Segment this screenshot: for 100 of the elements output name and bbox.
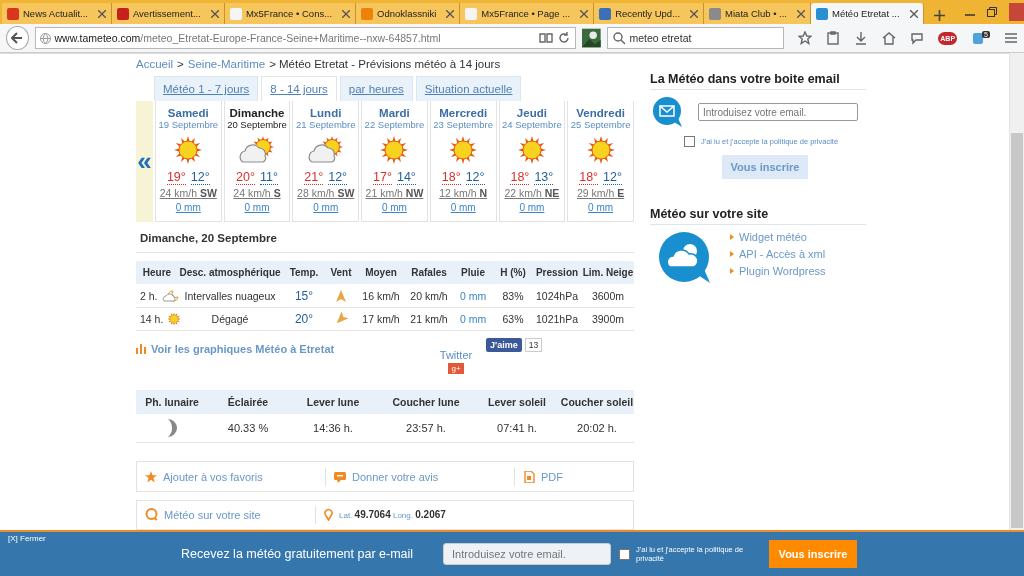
day-card[interactable]: Dimanche 20 Septembre 20° 11° 24 km/h S 0 mm — [223, 101, 291, 222]
restore-icon[interactable] — [986, 7, 997, 17]
close-link[interactable]: [X] Fermer — [8, 534, 46, 543]
browser-tab[interactable]: Mx5France • Cons... — [224, 3, 357, 24]
day-card[interactable]: Mardi 22 Septembre 17° 14° 21 km/h NW 0 mm — [361, 101, 428, 222]
column-header: Ph. lunaire — [136, 390, 208, 415]
star-icon[interactable] — [798, 31, 813, 45]
email-field[interactable]: Introduisez votre email. — [698, 103, 858, 121]
min-temperature: 13° — [534, 170, 554, 185]
search-icon[interactable] — [611, 31, 626, 45]
rain-link[interactable]: 0 mm — [459, 289, 487, 302]
site-link[interactable]: Météo sur votre site — [164, 508, 261, 521]
subscribe-button[interactable]: Vous inscrire — [722, 155, 808, 179]
twitter-link[interactable]: Twitter — [439, 349, 473, 362]
breadcrumb-link[interactable]: Accueil — [136, 58, 174, 70]
wind-text: 12 km/h N — [439, 187, 488, 199]
forecast-tab[interactable]: par heures — [339, 76, 413, 101]
subscribe-button[interactable]: Vous inscrire — [769, 540, 858, 568]
day-card[interactable]: Lundi 21 Septembre 21° 12° 28 km/h SW 0 mm — [292, 101, 360, 222]
forecast-tab[interactable]: Météo 1 - 7 jours — [154, 76, 259, 101]
browser-tab[interactable]: News Actualit... — [2, 3, 112, 24]
min-temperature: 11° — [259, 170, 278, 185]
search-field[interactable]: meteo etretat — [606, 27, 785, 49]
email-field[interactable]: Introduisez votre email. — [443, 543, 612, 565]
browser-tab[interactable]: Mx5France • Page ... — [460, 3, 595, 24]
day-card[interactable]: Samedi 19 Septembre 19° 12° 24 km/h SW 0 mm — [154, 101, 222, 222]
widget-link[interactable]: API - Accès à xml — [730, 248, 826, 260]
table-cell: 15° — [294, 288, 314, 303]
close-icon[interactable] — [210, 9, 219, 18]
day-card[interactable]: Mercredi 23 Septembre 18° 12° 12 km/h N 0 mm — [429, 101, 497, 222]
rain-link[interactable]: 0 mm — [313, 202, 339, 213]
like-count: 13 — [524, 338, 543, 353]
like-button[interactable]: J'aime — [486, 338, 522, 353]
wind-text: 24 km/h SW — [159, 187, 217, 199]
action-link[interactable]: Ajouter à vos favoris — [163, 470, 263, 483]
table-cell: 23:57 h. — [406, 422, 446, 435]
column-header: Lever soleil — [474, 390, 560, 415]
rain-link[interactable]: 0 mm — [244, 202, 270, 213]
browser-tab[interactable]: Météo Etretat ... — [811, 3, 924, 24]
browser-tab[interactable]: Avertissement... — [111, 3, 225, 24]
coordinates-text: Lat. 49.7064 Long. 0.2067 — [339, 509, 446, 521]
browser-tab[interactable]: Odnoklassniki — [356, 3, 461, 24]
column-header: Éclairée — [208, 390, 288, 415]
home-icon[interactable] — [882, 31, 897, 45]
day-date: 23 Septembre — [433, 119, 493, 130]
day-name: Samedi — [167, 107, 209, 119]
column-header: Pression — [534, 267, 580, 279]
close-icon[interactable] — [909, 9, 918, 18]
wind-text: 21 km/h NW — [365, 187, 424, 199]
min-temperature: 12° — [328, 170, 348, 185]
consent-checkbox[interactable] — [619, 548, 631, 560]
previous-button[interactable]: « — [136, 101, 153, 222]
close-icon[interactable] — [342, 9, 351, 18]
browser-tab[interactable]: Recently Upd... — [594, 3, 705, 24]
wind-text: 28 km/h SW — [297, 187, 355, 199]
rain-link[interactable]: 0 mm — [519, 202, 545, 213]
charts-link[interactable]: Voir les graphiques Météo à Etretat — [151, 343, 335, 356]
browser-tab[interactable]: Miata Club • ... — [704, 3, 811, 24]
min-temperature: 12° — [465, 170, 485, 185]
moon-icon — [166, 418, 178, 439]
rain-link[interactable]: 0 mm — [588, 202, 614, 213]
day-card[interactable]: Vendredi 25 Septembre 18° 12° 29 km/h E 0 mm — [567, 101, 634, 222]
action-link[interactable]: PDF — [541, 470, 563, 483]
day-card[interactable]: Jeudi 24 Septembre 18° 13° 22 km/h NE 0 mm — [498, 101, 566, 222]
table-cell: 20:02 h. — [577, 422, 617, 435]
day-date: 24 Septembre — [502, 119, 562, 130]
breadcrumb-link[interactable]: Seine-Maritime — [187, 58, 266, 70]
forecast-tab[interactable]: Situation actuelle — [415, 76, 522, 101]
close-icon[interactable] — [97, 9, 106, 18]
day-name: Jeudi — [516, 107, 547, 119]
rain-link[interactable]: 0 mm — [381, 202, 407, 213]
menu-icon[interactable] — [1004, 31, 1018, 45]
chat-icon[interactable] — [910, 31, 925, 45]
action-link[interactable]: Donner votre avis — [352, 470, 439, 483]
new-tab-icon[interactable] — [933, 10, 945, 21]
reload-icon[interactable] — [556, 31, 571, 45]
clipboard-icon[interactable] — [826, 31, 841, 45]
widget-link[interactable]: Widget météo — [730, 231, 826, 243]
back-button[interactable] — [6, 26, 29, 50]
download-icon[interactable] — [854, 31, 869, 45]
reader-icon[interactable] — [538, 31, 553, 45]
rain-link[interactable]: 0 mm — [450, 202, 476, 213]
forecast-tab[interactable]: 8 - 14 jours — [261, 76, 337, 101]
min-temperature: 14° — [396, 170, 416, 185]
scrollbar[interactable] — [1009, 53, 1024, 530]
rain-link[interactable]: 0 mm — [175, 202, 201, 213]
column-header: Desc. atmosphérique — [178, 267, 282, 279]
widget-link[interactable]: Plugin Wordpress — [730, 265, 826, 277]
google-plus-button[interactable]: g+ — [448, 363, 464, 375]
close-icon[interactable] — [797, 9, 805, 18]
table-cell: 1024hPa — [535, 289, 578, 302]
detail-title: Dimanche, 20 Septembre — [136, 222, 634, 253]
address-bar[interactable]: www.tameteo.com/meteo_Etretat-Europe-France-Seine+Maritime--nxw-64857.html — [34, 27, 576, 49]
close-icon[interactable] — [580, 9, 589, 18]
close-icon[interactable] — [690, 9, 699, 18]
consent-checkbox[interactable] — [684, 136, 695, 147]
rain-link[interactable]: 0 mm — [459, 313, 487, 326]
close-icon[interactable] — [446, 9, 455, 18]
sun-icon — [167, 312, 182, 327]
table-cell: 2 h. — [140, 289, 158, 302]
